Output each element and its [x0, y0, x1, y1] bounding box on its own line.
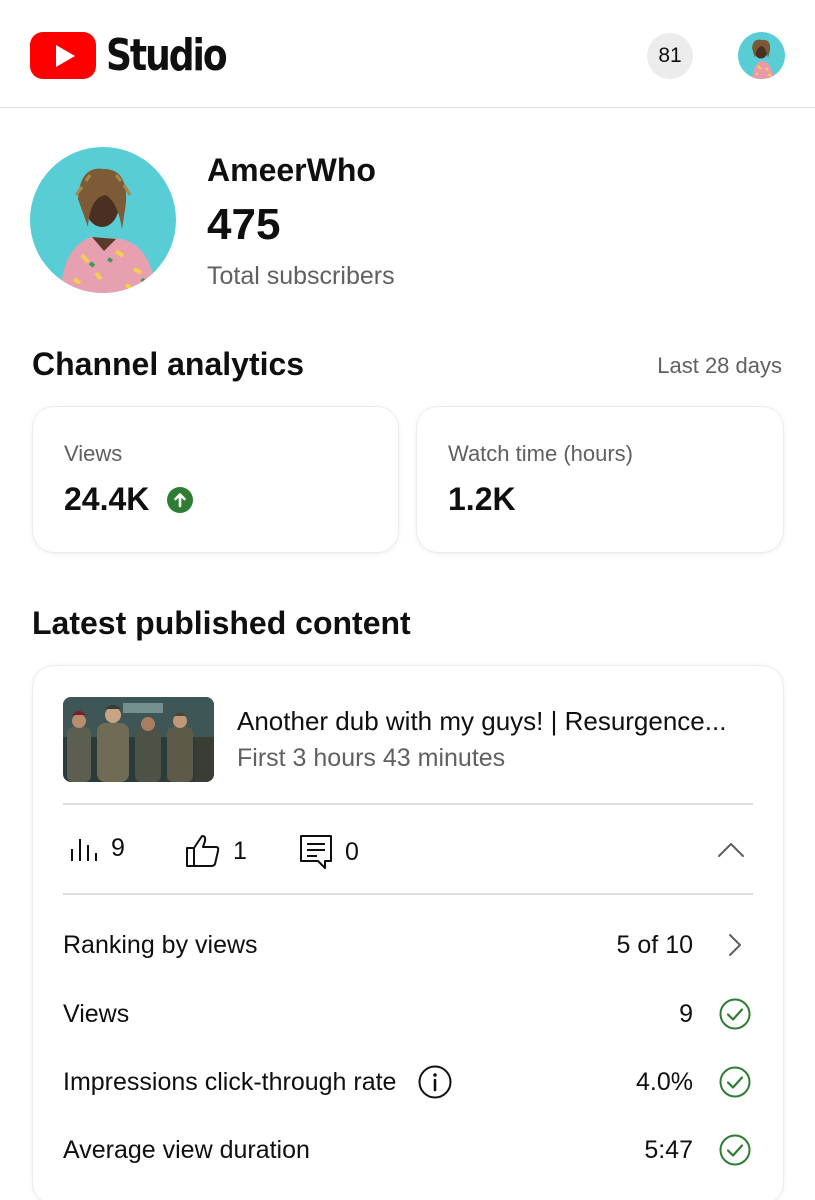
analytics-period: Last 28 days [657, 353, 782, 378]
divider [63, 893, 753, 895]
divider [63, 803, 753, 805]
chevron-right-icon[interactable] [719, 929, 751, 961]
top-bar: Studio 81 [0, 0, 815, 108]
metric-value: 5 of 10 [616, 930, 693, 959]
analytics-section-title: Channel analytics [32, 346, 305, 382]
video-likes-count: 1 [233, 836, 247, 865]
metric-value: 9 [679, 999, 693, 1028]
check-circle-icon [719, 1134, 751, 1166]
metric-row-average-view-duration: Average view duration 5:47 [63, 1130, 753, 1170]
info-icon[interactable] [418, 1065, 452, 1099]
metric-label: Average view duration [63, 1135, 310, 1164]
metric-row-views: Views 9 [63, 994, 753, 1034]
watch-time-card-label: Watch time (hours) [448, 441, 634, 466]
video-comments-stat: 0 [299, 834, 359, 870]
youtube-studio-logo[interactable]: Studio [30, 30, 252, 81]
account-avatar[interactable] [738, 32, 785, 79]
bar-chart-icon [71, 838, 97, 861]
metric-value: 5:47 [644, 1135, 693, 1164]
metric-row-ctr: Impressions click-through rate 4.0% [63, 1062, 753, 1102]
check-circle-icon [719, 998, 751, 1030]
watch-time-card-value: 1.2K [448, 481, 516, 517]
latest-content-section-title: Latest published content [32, 605, 411, 641]
views-card-value: 24.4K [64, 481, 150, 517]
watch-time-card[interactable]: Watch time (hours) 1.2K [416, 406, 784, 553]
channel-name: AmeerWho [207, 152, 376, 188]
check-circle-icon [719, 1066, 751, 1098]
subscriber-label: Total subscribers [207, 262, 395, 290]
views-card-value-row: 24.4K [64, 481, 194, 518]
video-subtitle: First 3 hours 43 minutes [237, 744, 506, 772]
chevron-up-icon[interactable] [716, 839, 746, 861]
metric-label: Impressions click-through rate [63, 1067, 397, 1096]
views-card[interactable]: Views 24.4K [32, 406, 399, 553]
channel-avatar[interactable] [30, 147, 176, 293]
latest-content-card: Another dub with my guys! | Resurgence..… [32, 665, 784, 1200]
youtube-play-icon [30, 32, 96, 79]
video-title[interactable]: Another dub with my guys! | Resurgence..… [237, 706, 726, 737]
video-views-stat: 9 [69, 834, 125, 863]
video-comments-count: 0 [345, 837, 359, 866]
metric-row-ranking[interactable]: Ranking by views 5 of 10 [63, 925, 753, 965]
arrow-up-circle-icon [167, 486, 194, 513]
metric-label: Ranking by views [63, 930, 258, 959]
video-views-count: 9 [111, 834, 125, 862]
video-thumbnail[interactable] [63, 697, 214, 782]
video-likes-stat: 1 [185, 834, 247, 868]
app-title: Studio [106, 30, 228, 81]
metric-value: 4.0% [636, 1067, 693, 1096]
comment-icon [300, 835, 332, 869]
views-card-label: Views [64, 441, 123, 466]
notifications-button[interactable]: 81 [647, 33, 693, 79]
subscriber-count: 475 [207, 200, 281, 249]
thumbs-up-icon [186, 835, 220, 867]
metric-label: Views [63, 999, 130, 1028]
